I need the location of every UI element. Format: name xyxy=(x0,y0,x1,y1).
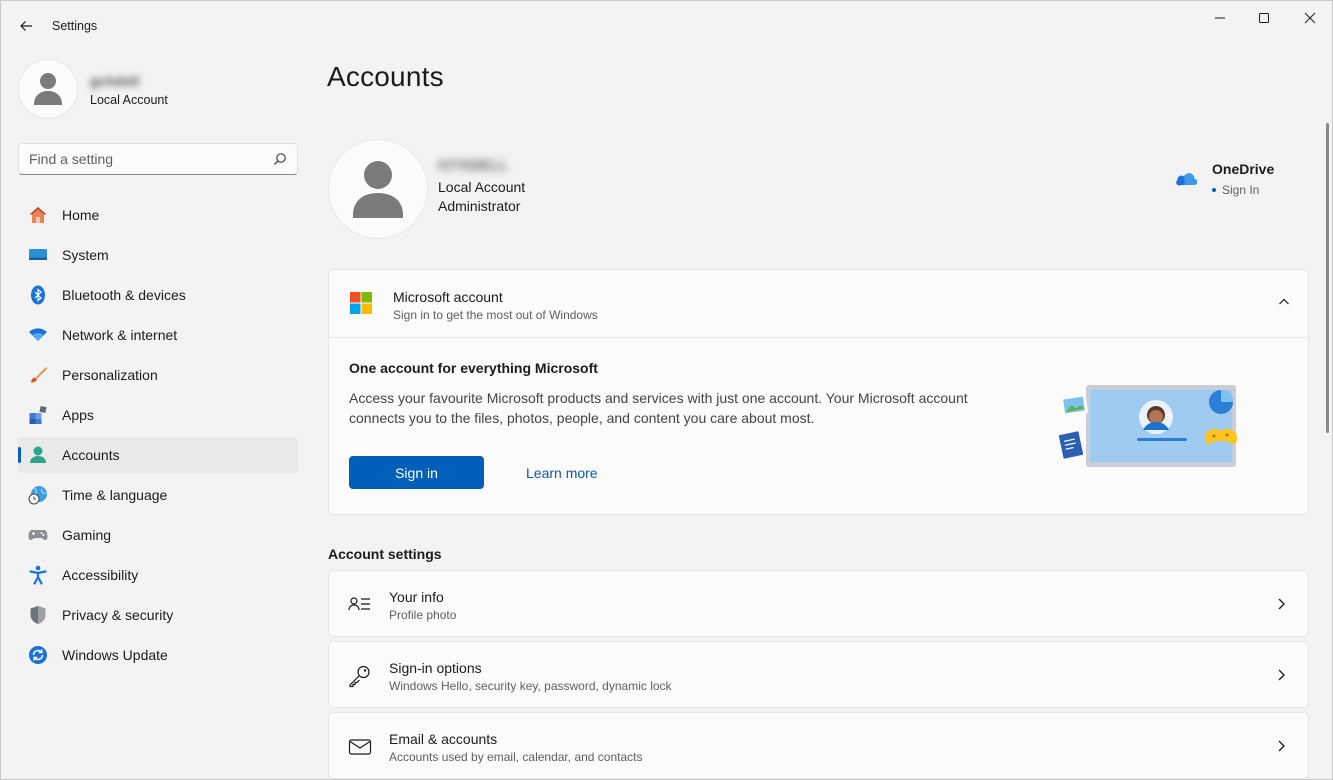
sidebar-item-label: Home xyxy=(62,207,100,223)
shield-icon xyxy=(30,606,46,624)
sidebar-item-system[interactable]: System xyxy=(18,237,298,273)
user-name: GTXDELL xyxy=(438,157,508,174)
user-account-type: Local Account xyxy=(438,179,526,195)
sidebar-item-label: Network & internet xyxy=(62,327,178,343)
row-subtitle: Accounts used by email, calendar, and co… xyxy=(389,750,643,764)
row-subtitle: Windows Hello, security key, password, d… xyxy=(389,679,672,693)
sidebar-item-label: Windows Update xyxy=(62,647,168,663)
row-email-accounts[interactable]: Email & accounts Accounts used by email,… xyxy=(328,712,1309,779)
chevron-up-icon[interactable] xyxy=(1278,296,1290,308)
row-title: Your info xyxy=(389,589,444,605)
scrollbar[interactable] xyxy=(1326,123,1329,433)
sidebar-item-label: Bluetooth & devices xyxy=(62,287,186,303)
time-language-icon xyxy=(28,486,47,505)
row-your-info[interactable]: Your info Profile photo xyxy=(328,570,1309,637)
profile-name: gchdell xyxy=(90,73,140,89)
sidebar-item-label: Time & language xyxy=(62,487,168,503)
accessibility-icon xyxy=(29,565,47,585)
onedrive-title: OneDrive xyxy=(1212,161,1275,177)
sidebar-item-accounts[interactable]: Accounts xyxy=(18,437,298,473)
status-dot xyxy=(1212,187,1216,192)
accounts-icon xyxy=(30,446,46,463)
maximize-icon xyxy=(1259,13,1269,23)
microsoft-account-header[interactable]: Microsoft account Sign in to get the mos… xyxy=(329,270,1308,337)
sidebar-item-label: Privacy & security xyxy=(62,607,174,623)
search-box xyxy=(18,143,298,175)
brush-icon xyxy=(31,367,48,383)
sidebar-item-privacy-security[interactable]: Privacy & security xyxy=(18,597,298,633)
user-avatar[interactable] xyxy=(328,139,428,239)
row-sign-in-options[interactable]: Sign-in options Windows Hello, security … xyxy=(328,641,1309,708)
section-heading-account-settings: Account settings xyxy=(328,546,442,562)
sidebar-item-gaming[interactable]: Gaming xyxy=(18,517,298,553)
app-title: Settings xyxy=(52,19,98,33)
divider xyxy=(329,337,1308,338)
maximize-button[interactable] xyxy=(1241,1,1287,35)
search-input[interactable] xyxy=(19,144,297,174)
microsoft-account-subtitle: Sign in to get the most out of Windows xyxy=(393,308,598,322)
account-illustration-icon xyxy=(1059,385,1238,467)
user-role: Administrator xyxy=(438,198,521,214)
sidebar-item-label: Personalization xyxy=(62,367,158,383)
onedrive-cloud-icon xyxy=(1176,173,1197,186)
update-icon xyxy=(29,646,47,664)
person-info-icon xyxy=(348,597,370,611)
microsoft-account-card: Microsoft account Sign in to get the mos… xyxy=(328,269,1309,515)
sidebar-item-label: System xyxy=(62,247,109,263)
sidebar-item-label: Gaming xyxy=(62,527,112,543)
onedrive-status[interactable]: Sign In xyxy=(1212,183,1259,197)
ms-account-description: Access your favourite Microsoft products… xyxy=(349,390,968,426)
network-icon xyxy=(29,328,47,341)
sidebar-nav: Home System Bluetooth & devices Network … xyxy=(18,197,298,677)
mail-icon xyxy=(348,739,372,755)
chevron-right-icon xyxy=(1278,740,1285,752)
close-icon xyxy=(1304,12,1316,24)
settings-window: Settings gchdell Local Account Find a se… xyxy=(0,0,1333,780)
title-bar: Settings xyxy=(1,1,1332,49)
minimize-button[interactable] xyxy=(1197,1,1243,35)
sidebar-item-label: Accessibility xyxy=(62,567,139,583)
apps-icon xyxy=(29,405,47,424)
ms-account-body-title: One account for everything Microsoft xyxy=(349,360,598,376)
row-subtitle: Profile photo xyxy=(389,608,457,622)
microsoft-account-title: Microsoft account xyxy=(393,289,503,305)
back-button[interactable] xyxy=(11,11,41,41)
sidebar-item-label: Accounts xyxy=(62,447,120,463)
onedrive-widget[interactable]: OneDrive Sign In xyxy=(1175,161,1295,201)
sidebar-item-personalization[interactable]: Personalization xyxy=(18,357,298,393)
gaming-icon xyxy=(28,530,48,540)
avatar xyxy=(18,59,78,119)
key-icon xyxy=(349,665,370,688)
page-title: Accounts xyxy=(327,61,444,92)
sign-in-button[interactable]: Sign in xyxy=(349,456,484,489)
bluetooth-icon xyxy=(31,285,45,305)
sidebar-item-windows-update[interactable]: Windows Update xyxy=(18,637,298,673)
sidebar-item-label: Apps xyxy=(62,407,94,423)
row-title: Email & accounts xyxy=(389,731,498,747)
profile-account-type: Local Account xyxy=(90,93,168,107)
learn-more-link[interactable]: Learn more xyxy=(526,465,598,481)
chevron-right-icon xyxy=(1278,598,1285,610)
sidebar-item-bluetooth[interactable]: Bluetooth & devices xyxy=(18,277,298,313)
person-avatar-icon xyxy=(353,161,403,218)
system-icon xyxy=(29,249,47,260)
person-avatar-icon xyxy=(34,73,62,105)
sidebar-item-apps[interactable]: Apps xyxy=(18,397,298,433)
back-arrow-icon xyxy=(20,21,32,31)
sidebar-item-network[interactable]: Network & internet xyxy=(18,317,298,353)
sidebar-item-accessibility[interactable]: Accessibility xyxy=(18,557,298,593)
sidebar-item-home[interactable]: Home xyxy=(18,197,298,233)
home-icon xyxy=(29,207,47,223)
sidebar-item-time-language[interactable]: Time & language xyxy=(18,477,298,513)
close-button[interactable] xyxy=(1287,1,1332,35)
search-icon[interactable] xyxy=(273,152,287,166)
minimize-icon xyxy=(1215,17,1225,19)
microsoft-logo-icon xyxy=(350,292,372,314)
row-title: Sign-in options xyxy=(389,660,482,676)
chevron-right-icon xyxy=(1278,669,1285,681)
onedrive-status-text: Sign In xyxy=(1222,183,1260,197)
